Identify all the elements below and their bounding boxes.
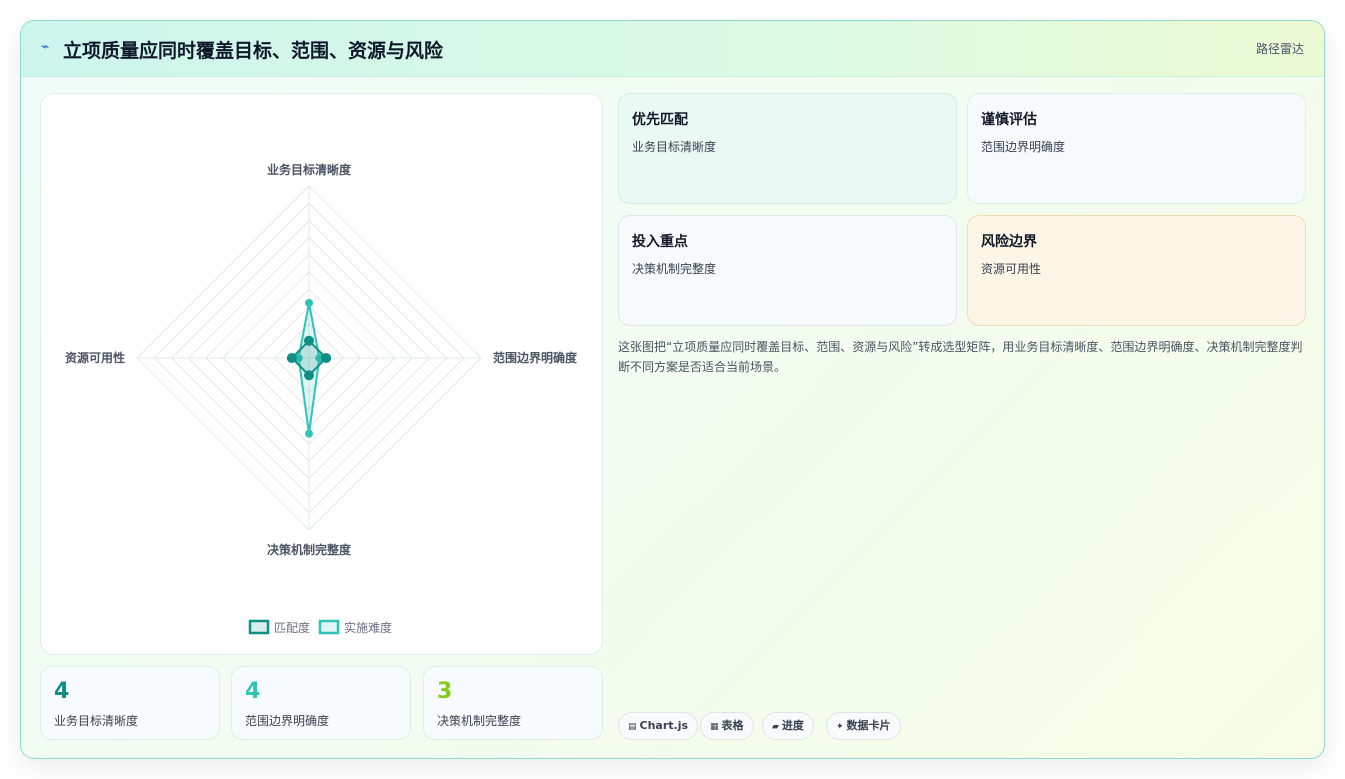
radar-data-point	[304, 370, 314, 381]
tag-label: 表格	[721, 719, 744, 732]
table-icon: ▦	[710, 722, 719, 732]
kpi-label: 业务目标清晰度	[54, 714, 139, 728]
radar-chart-card: 业务目标清晰度范围边界明确度决策机制完整度 资源可用性匹配度 实施难度	[40, 93, 603, 655]
kpi-label: 范围边界明确度	[245, 714, 330, 728]
progress-icon: ▰	[772, 722, 779, 732]
card-text: 决策机制完整度	[632, 262, 717, 276]
sparkle-icon: ✦	[836, 722, 844, 732]
header: ⌁ 立项质量应同时覆盖目标、范围、资源与风险 路径雷达	[21, 21, 1324, 77]
kpi-card-2: 4 范围边界明确度	[231, 666, 411, 740]
card-title: 风险边界	[981, 234, 1037, 250]
radar-axis-label: 决策机制完整度	[267, 542, 352, 557]
radar-data-point	[305, 298, 313, 307]
card-title: 谨慎评估	[981, 112, 1037, 128]
tag-label: Chart.js	[639, 719, 689, 732]
mode-label: 路径雷达	[1255, 42, 1304, 56]
tag-table[interactable]: ▦ 表格	[700, 712, 754, 740]
kpi-value: 4	[245, 679, 261, 704]
radar-series-area	[290, 339, 328, 377]
card-text: 资源可用性	[981, 262, 1042, 276]
kpi-card-3: 3 决策机制完整度	[423, 666, 603, 740]
card-risk-boundary: 风险边界 资源可用性	[967, 215, 1306, 326]
chart-icon: ▤	[628, 722, 637, 732]
kpi-value: 4	[54, 679, 70, 704]
radar-data-point	[305, 429, 313, 438]
tag-progress[interactable]: ▰ 进度	[762, 712, 814, 740]
radar-axis-label: 资源可用性	[65, 350, 125, 365]
radar-chart: 业务目标清晰度范围边界明确度决策机制完整度 资源可用性匹配度 实施难度	[65, 162, 578, 635]
main-panel: ⌁ 立项质量应同时覆盖目标、范围、资源与风险 路径雷达 业务目标清晰度范围边界明…	[20, 20, 1325, 759]
card-careful-eval: 谨慎评估 范围边界明确度	[967, 93, 1306, 204]
tag-chartjs[interactable]: ▤ Chart.js	[618, 712, 699, 740]
legend-label: 匹配度	[274, 620, 310, 635]
card-text: 业务目标清晰度	[632, 140, 717, 154]
radar-axis-label: 范围边界明确度	[493, 350, 578, 365]
kpi-card-1: 4 业务目标清晰度	[40, 666, 220, 740]
tag-data-card[interactable]: ✦ 数据卡片	[826, 712, 901, 740]
card-investment-focus: 投入重点 决策机制完整度	[618, 215, 957, 326]
radar-data-point	[304, 335, 314, 346]
card-priority-match: 优先匹配 业务目标清晰度	[618, 93, 957, 204]
page-title: 立项质量应同时覆盖目标、范围、资源与风险	[63, 40, 444, 62]
kpi-label: 决策机制完整度	[437, 714, 522, 728]
legend-label: 实施难度	[344, 620, 392, 635]
card-title: 投入重点	[632, 234, 688, 250]
card-text: 范围边界明确度	[981, 140, 1066, 154]
radar-data-point	[321, 353, 332, 363]
radar-axis-label: 业务目标清晰度	[267, 162, 352, 177]
card-title: 优先匹配	[632, 112, 688, 128]
tag-label: 进度	[781, 719, 804, 732]
legend-swatch	[248, 619, 270, 635]
lightning-icon: ⌁	[41, 39, 50, 55]
tag-label: 数据卡片	[846, 719, 891, 732]
radar-data-point	[286, 353, 297, 363]
kpi-value: 3	[437, 679, 453, 704]
legend-swatch	[318, 619, 340, 635]
description-text: 这张图把“立项质量应同时覆盖目标、范围、资源与风险”转成选型矩阵，用业务目标清晰…	[618, 340, 1303, 374]
